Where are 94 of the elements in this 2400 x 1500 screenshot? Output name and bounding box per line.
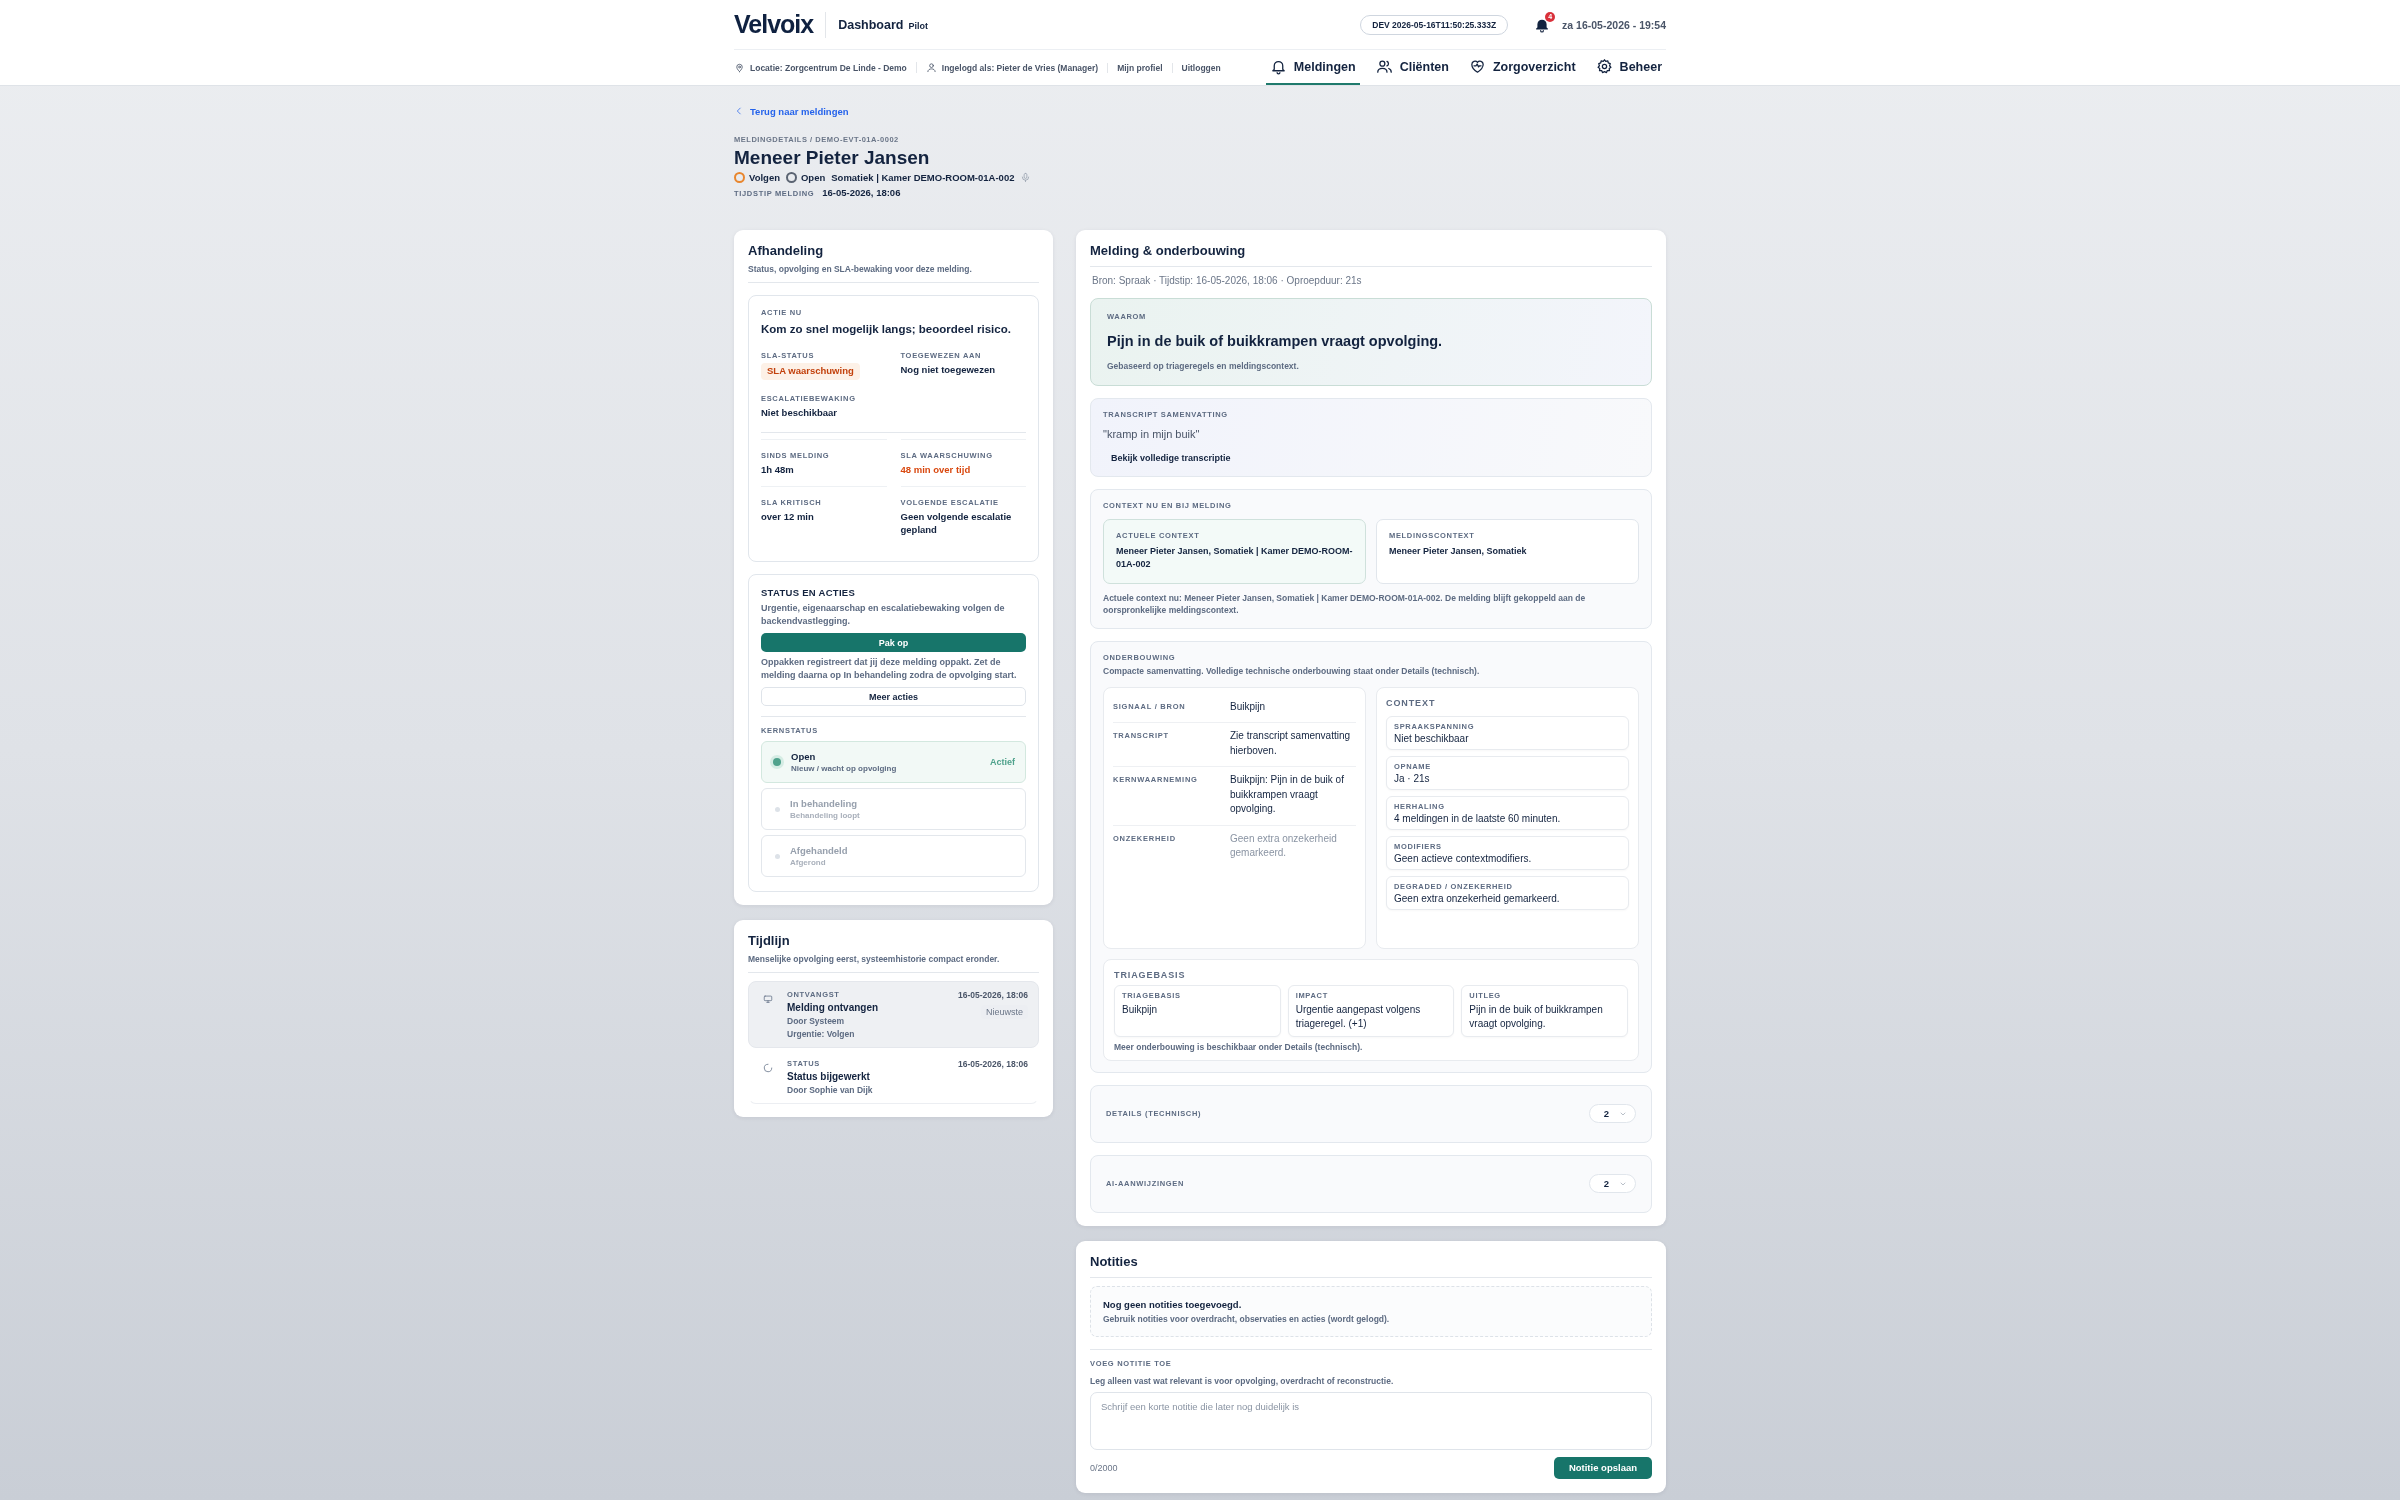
option-subtitle: Nieuw / wacht op opvolging — [791, 764, 897, 774]
status-label: Open — [800, 172, 826, 183]
empty-state-title: Nog geen notities toegevoegd. — [1103, 1298, 1243, 1310]
nav-tab[interactable]: Zorgoverzicht — [1464, 50, 1580, 85]
column-title: CONTEXT — [1386, 697, 1437, 708]
event-title: Status bijgewerkt — [787, 1071, 871, 1083]
event-time: 16-05-2026, 18:06 — [958, 990, 1028, 1001]
report-time: 16-05-2026, 18:06 — [822, 187, 901, 198]
character-counter: 0/2000 — [1090, 1462, 1118, 1473]
more-actions-button[interactable]: Meer acties — [761, 687, 1026, 707]
field-value: Urgentie aangepast volgens triageregel. (+1) — [1295, 1002, 1422, 1032]
card-subtitle: Menselijke opvolging eerst, systeemhistorie compact eronder. — [748, 954, 1001, 965]
empty-state-text: Gebruik notities voor overdracht, observaties en acties (wordt gelogd). — [1103, 1313, 1391, 1324]
section-description: Urgentie, eigenaarschap en escalatiebewaking volgen de backendvastlegging. — [761, 602, 1006, 628]
event-detail: Door Sophie van Dijk — [787, 1085, 874, 1096]
logo: Velvoix — [734, 10, 814, 39]
footnote: Meer onderbouwing is beschikbaar onder Details (technisch). — [1114, 1041, 1364, 1052]
location-label: Locatie: Zorgcentrum De Linde - Demo — [750, 62, 907, 73]
event-detail: Door Systeem — [787, 1016, 846, 1027]
field-value: 48 min over tijd — [900, 463, 972, 477]
row-value: Geen extra onzekerheid gemarkeerd. — [1230, 831, 1338, 861]
heart-pulse-icon — [1468, 58, 1486, 75]
app-subtitle: Pilot — [908, 20, 928, 31]
context-value: Meneer Pieter Jansen, Somatiek | Kamer DEMO-ROOM-01A-002 — [1116, 545, 1353, 571]
back-link[interactable]: Terug naar meldingen — [734, 105, 849, 117]
page-title: Meneer Pieter Jansen — [734, 147, 931, 169]
header-link[interactable]: Mijn profiel — [1107, 62, 1172, 73]
section-title: STATUS EN ACTIES — [761, 587, 857, 599]
field-value: Geen actieve contextmodifiers. — [1394, 852, 1533, 864]
people-icon — [1375, 58, 1393, 75]
option-title: Afgehandeld — [790, 845, 848, 857]
nav-tab[interactable]: Beheer — [1591, 50, 1666, 85]
card-title: Notities — [1090, 1253, 1139, 1269]
field-value: 4 meldingen in de laatste 60 minuten. — [1394, 812, 1562, 824]
pick-up-button[interactable]: Pak op — [761, 633, 1026, 653]
user-icon — [925, 62, 937, 73]
option-title: Open — [791, 751, 817, 763]
save-note-button[interactable]: Notitie opslaan — [1553, 1456, 1652, 1479]
note-field[interactable]: Schrijf een korte notitie die later nog duidelijk is — [1090, 1391, 1652, 1450]
transcript-link[interactable]: Bekijk volledige transcriptie — [1111, 453, 1231, 463]
user-label: Ingelogd als: Pieter de Vries (Manager) — [941, 62, 1099, 73]
settings-icon — [1595, 58, 1613, 75]
location-label: Somatiek | Kamer DEMO-ROOM-01A-002 — [831, 172, 1015, 183]
count-dropdown[interactable]: 2 — [1588, 1174, 1636, 1194]
field-value: over 12 min — [761, 511, 815, 525]
hint-text: Oppakken registreert dat jij deze melding oppakt. Zet de melding daarna op In behandeling zodra de opvolging start. — [761, 656, 1018, 682]
app-title: Dashboard — [838, 17, 904, 32]
field-value: Niet beschikbaar — [1394, 732, 1470, 744]
microphone-icon — [1020, 172, 1032, 183]
reason-text: Pijn in de buik of buikkrampen vraagt opvolging. — [1107, 333, 1444, 349]
field-value: Buikpijn — [1122, 1002, 1159, 1017]
action-text: Kom zo snel mogelijk langs; beoordeel risico. — [761, 323, 1012, 335]
nav-tab[interactable]: Cliënten — [1371, 50, 1453, 85]
field-value: Geen volgende escalatie gepland — [900, 511, 1013, 538]
reason-note: Gebaseerd op triageregels en meldingscontext. — [1107, 361, 1300, 371]
header-link[interactable]: Uitloggen — [1171, 62, 1230, 73]
status-badge: SLA waarschuwing — [761, 363, 860, 380]
active-label: Actief — [990, 757, 1015, 768]
card-title: Afhandeling — [748, 243, 825, 258]
card-title: Tijdlijn — [748, 933, 791, 949]
option-subtitle: Behandeling loopt — [790, 811, 860, 821]
context-value: Meneer Pieter Jansen, Somatiek — [1389, 545, 1528, 558]
option-title: In behandeling — [790, 798, 859, 810]
field-value: Ja · 21s — [1394, 772, 1431, 784]
back-chevron-icon — [734, 106, 744, 116]
basis-summary: Compacte samenvatting. Volledige technische onderbouwing staat onder Details (technisch). — [1103, 664, 1481, 677]
status-label: Volgen — [749, 172, 780, 183]
location-pin-icon — [734, 62, 745, 73]
nav-tab[interactable]: Meldingen — [1265, 50, 1360, 85]
row-value: Buikpijn: Pijn in de buik of buikkrampen vraagt opvolging. — [1230, 773, 1345, 817]
monitor-icon — [763, 994, 773, 1005]
column-title: TRIAGEBASIS — [1114, 969, 1187, 980]
row-value: Zie transcript samenvatting hierboven. — [1230, 729, 1352, 758]
row-value: Buikpijn — [1230, 699, 1267, 714]
card-title: Melding & onderbouwing — [1090, 243, 1247, 258]
source-meta: Bron: Spraak · Tijdstip: 16-05-2026, 18:06 · Oproepduur: 21s — [1092, 275, 1363, 286]
field-value: Geen extra onzekerheid gemarkeerd. — [1394, 892, 1561, 904]
event-detail: Urgentie: Volgen — [787, 1029, 856, 1040]
date-time: za 16-05-2026 - 19:54 — [1562, 18, 1666, 31]
option-subtitle: Afgerond — [790, 858, 827, 868]
field-value: Niet beschikbaar — [761, 406, 839, 420]
field-value: Nog niet toegewezen — [900, 364, 996, 377]
event-title: Melding ontvangen — [787, 1002, 880, 1014]
transcript-quote: "kramp in mijn buik" — [1103, 428, 1201, 440]
count-dropdown[interactable]: 2 — [1588, 1104, 1636, 1124]
hint-text: Leg alleen vast wat relevant is voor opvolging, overdracht of reconstructie. — [1090, 1375, 1395, 1386]
card-subtitle: Status, opvolging en SLA-bewaking voor deze melding. — [748, 264, 973, 274]
status-option[interactable]: Open Nieuw / wacht op opvolging Actief — [761, 741, 1026, 784]
spinner-icon — [763, 1063, 773, 1074]
context-note: Actuele context nu: Meneer Pieter Jansen, Somatiek | Kamer DEMO-ROOM-01A-002. De melding blijft gekoppeld aan de oorspronkelijke meldingscontext. — [1103, 592, 1587, 617]
field-value: Pijn in de buik of buikkrampen vraagt opvolging. — [1469, 1002, 1604, 1032]
field-value: 1h 48m — [761, 463, 795, 477]
bell-icon — [1269, 58, 1287, 75]
event-time: 16-05-2026, 18:06 — [958, 1059, 1028, 1070]
